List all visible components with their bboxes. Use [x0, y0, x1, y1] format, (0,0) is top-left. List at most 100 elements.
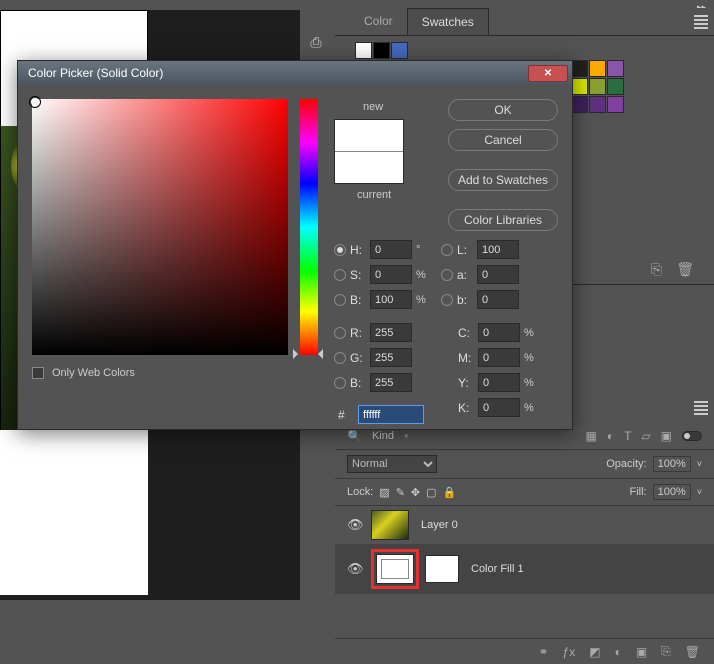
- swatch-item[interactable]: [607, 60, 624, 77]
- swatch-item[interactable]: [607, 114, 624, 131]
- radio-g[interactable]: [334, 352, 346, 364]
- radio-r[interactable]: [334, 327, 346, 339]
- panel-menu-icon[interactable]: [694, 15, 708, 29]
- close-button[interactable]: ✕: [528, 65, 568, 82]
- input-r[interactable]: [370, 323, 412, 342]
- swatch-item[interactable]: [427, 42, 444, 59]
- layers-panel-menu-icon[interactable]: [694, 401, 708, 415]
- swatch-item[interactable]: [445, 42, 462, 59]
- input-brgb[interactable]: [370, 373, 412, 392]
- swatch-item[interactable]: [607, 96, 624, 113]
- swatch-item[interactable]: [589, 60, 606, 77]
- opacity-value[interactable]: 100%: [653, 456, 691, 472]
- swatch-item[interactable]: [355, 42, 372, 59]
- lock-all-icon[interactable]: 🔒: [443, 486, 457, 499]
- trash-icon[interactable]: 🗑: [685, 645, 700, 659]
- fx-icon[interactable]: ƒx: [563, 645, 576, 659]
- tab-color[interactable]: Color: [350, 8, 407, 35]
- filter-kind-label[interactable]: Kind: [372, 430, 394, 442]
- swatch-item[interactable]: [391, 42, 408, 59]
- tab-swatches[interactable]: Swatches: [407, 8, 489, 35]
- filter-shape-icon[interactable]: ▱: [641, 429, 650, 443]
- lock-transparency-icon[interactable]: ▨: [379, 486, 389, 499]
- input-s[interactable]: [370, 265, 412, 284]
- swatch-item[interactable]: [571, 60, 588, 77]
- lock-artboard-icon[interactable]: ▢: [426, 486, 436, 499]
- visibility-eye-icon[interactable]: 👁: [347, 517, 365, 533]
- layer-thumbnail[interactable]: [371, 510, 409, 540]
- color-cursor[interactable]: [29, 96, 41, 108]
- swatch-item[interactable]: [535, 42, 552, 59]
- input-h[interactable]: [370, 240, 412, 259]
- hue-handle-right-icon[interactable]: [318, 349, 323, 359]
- radio-h[interactable]: [334, 244, 346, 256]
- swatch-item[interactable]: [517, 42, 534, 59]
- cancel-button[interactable]: Cancel: [448, 129, 558, 151]
- ok-button[interactable]: OK: [448, 99, 558, 121]
- input-hex[interactable]: [358, 405, 424, 424]
- filter-adjust-icon[interactable]: ◐: [607, 429, 614, 443]
- input-c[interactable]: [478, 323, 520, 342]
- mask-icon[interactable]: ◩: [589, 645, 600, 659]
- swatch-item[interactable]: [499, 42, 516, 59]
- swatch-item[interactable]: [607, 78, 624, 95]
- opacity-dropdown-icon[interactable]: ˅: [697, 459, 702, 469]
- new-layer-icon[interactable]: ⎘: [661, 644, 671, 659]
- input-k[interactable]: [478, 398, 520, 417]
- radio-l[interactable]: [441, 244, 453, 256]
- input-l[interactable]: [477, 240, 519, 259]
- swatch-item[interactable]: [589, 78, 606, 95]
- dialog-titlebar[interactable]: Color Picker (Solid Color) ✕: [18, 61, 572, 85]
- swatch-item[interactable]: [481, 42, 498, 59]
- filter-pixel-icon[interactable]: ▦: [585, 429, 596, 443]
- fill-dropdown-icon[interactable]: ˅: [697, 487, 702, 497]
- visibility-eye-icon[interactable]: 👁: [347, 561, 365, 577]
- new-swatch-icon[interactable]: ⎘: [651, 261, 662, 278]
- input-y[interactable]: [478, 373, 520, 392]
- current-color-swatch[interactable]: [335, 151, 403, 183]
- blend-mode-select[interactable]: Normal: [347, 455, 437, 473]
- swatch-item[interactable]: [571, 114, 588, 131]
- fill-value[interactable]: 100%: [653, 484, 691, 500]
- add-to-swatches-button[interactable]: Add to Swatches: [448, 169, 558, 191]
- brush-panel-icon[interactable]: ⎙: [304, 30, 328, 54]
- layer-name[interactable]: Color Fill 1: [471, 563, 524, 575]
- hue-slider[interactable]: [300, 99, 318, 355]
- color-libraries-button[interactable]: Color Libraries: [448, 209, 558, 231]
- radio-blab[interactable]: [441, 294, 453, 306]
- layer-name[interactable]: Layer 0: [421, 519, 458, 531]
- swatch-item[interactable]: [589, 114, 606, 131]
- swatch-item[interactable]: [553, 42, 570, 59]
- only-web-checkbox[interactable]: [32, 367, 44, 379]
- swatch-item[interactable]: [607, 42, 624, 59]
- input-blab[interactable]: [477, 290, 519, 309]
- swatch-item[interactable]: [463, 42, 480, 59]
- radio-brgb[interactable]: [334, 377, 346, 389]
- radio-a[interactable]: [441, 269, 453, 281]
- filter-toggle[interactable]: [682, 431, 702, 441]
- input-m[interactable]: [478, 348, 520, 367]
- hue-handle-left-icon[interactable]: [293, 349, 298, 359]
- layer-item-0[interactable]: 👁 Layer 0: [335, 506, 714, 545]
- input-g[interactable]: [370, 348, 412, 367]
- swatch-item[interactable]: [589, 96, 606, 113]
- swatch-item[interactable]: [409, 42, 426, 59]
- swatch-item[interactable]: [571, 78, 588, 95]
- swatch-item[interactable]: [373, 42, 390, 59]
- radio-bhsb[interactable]: [334, 294, 346, 306]
- layer-mask-thumbnail[interactable]: [425, 555, 459, 583]
- saturation-brightness-field[interactable]: [32, 99, 288, 355]
- adjustment-icon[interactable]: ◐: [615, 645, 622, 659]
- group-icon[interactable]: ▣: [636, 645, 647, 659]
- lock-image-icon[interactable]: ✎: [396, 486, 405, 499]
- input-a[interactable]: [477, 265, 519, 284]
- swatch-item[interactable]: [589, 42, 606, 59]
- input-bhsb[interactable]: [370, 290, 412, 309]
- swatch-item[interactable]: [571, 96, 588, 113]
- layer-item-colorfill[interactable]: 👁 Color Fill 1: [335, 545, 714, 594]
- filter-smart-icon[interactable]: ▣: [661, 429, 672, 443]
- dropdown-icon[interactable]: ▾: [404, 431, 409, 442]
- fill-layer-thumbnail[interactable]: [376, 554, 414, 584]
- radio-s[interactable]: [334, 269, 346, 281]
- swatch-item[interactable]: [571, 42, 588, 59]
